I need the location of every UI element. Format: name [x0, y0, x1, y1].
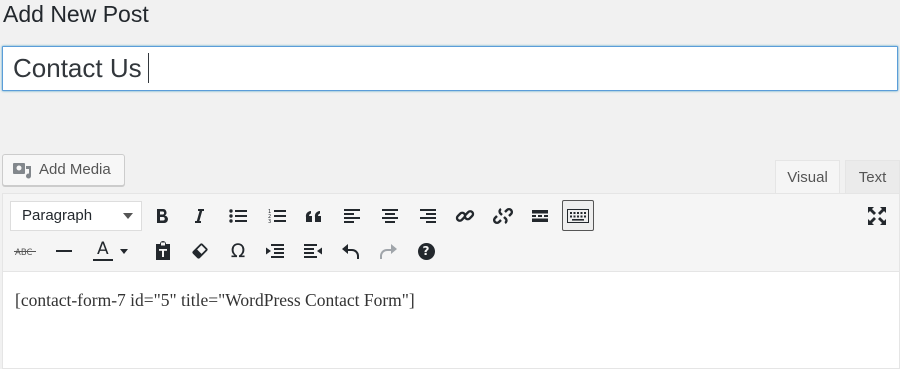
align-center-button[interactable] — [375, 201, 405, 231]
toolbar-toggle-icon — [567, 208, 589, 223]
format-select[interactable]: Paragraph — [10, 201, 142, 231]
read-more-button[interactable] — [525, 201, 555, 231]
bullet-list-button[interactable] — [223, 201, 253, 231]
omega-icon: Ω — [230, 240, 246, 262]
outdent-button[interactable] — [260, 236, 290, 266]
special-character-button[interactable]: Ω — [223, 236, 253, 266]
align-left-button[interactable] — [337, 201, 367, 231]
insert-link-button[interactable] — [450, 201, 480, 231]
clear-formatting-icon — [192, 243, 208, 259]
undo-button[interactable] — [336, 236, 366, 266]
blockquote-icon — [305, 210, 321, 222]
remove-link-button[interactable] — [488, 201, 518, 231]
editor: Paragraph 123 ABC A Ω ? [contact-form-7 … — [2, 193, 900, 369]
add-media-label: Add Media — [39, 161, 111, 178]
outdent-icon — [266, 244, 284, 258]
add-media-button[interactable]: Add Media — [2, 154, 125, 186]
text-color-button[interactable]: A — [87, 236, 133, 266]
text-color-label: A — [97, 239, 109, 259]
tab-visual[interactable]: Visual — [775, 160, 840, 194]
italic-icon — [195, 209, 204, 223]
numbered-list-icon: 123 — [268, 209, 286, 224]
bullet-list-icon — [229, 209, 247, 223]
fullscreen-button[interactable] — [862, 201, 892, 231]
numbered-list-button[interactable]: 123 — [262, 201, 292, 231]
bold-button[interactable] — [147, 201, 177, 231]
redo-icon — [380, 244, 397, 259]
text-color-icon: A — [92, 239, 114, 263]
strikethrough-icon: ABC — [14, 248, 36, 257]
text-color-swatch — [93, 259, 113, 261]
text-caret — [147, 53, 149, 84]
align-center-icon — [382, 209, 398, 223]
italic-button[interactable] — [184, 201, 214, 231]
media-icon — [13, 163, 32, 179]
format-select-value: Paragraph — [22, 207, 93, 224]
redo-button[interactable] — [373, 236, 403, 266]
paste-as-text-icon — [156, 241, 170, 260]
align-right-button[interactable] — [413, 201, 443, 231]
horizontal-line-icon — [56, 250, 72, 252]
fullscreen-icon — [868, 207, 886, 225]
help-button[interactable]: ? — [411, 236, 441, 266]
read-more-icon — [532, 210, 548, 222]
chevron-down-icon — [120, 248, 128, 254]
editor-content[interactable]: [contact-form-7 id="5" title="WordPress … — [15, 290, 415, 311]
undo-icon — [342, 244, 359, 259]
link-icon — [455, 210, 475, 222]
toolbar-toggle-button[interactable] — [562, 200, 594, 231]
chevron-down-icon — [123, 213, 133, 219]
strikethrough-button[interactable]: ABC — [10, 236, 40, 266]
help-icon: ? — [417, 242, 435, 260]
align-left-icon — [344, 209, 360, 223]
paste-as-text-button[interactable] — [148, 236, 178, 266]
tab-text[interactable]: Text — [845, 160, 900, 194]
editor-toolbar: Paragraph 123 ABC A Ω ? — [3, 194, 899, 272]
strikethrough-label: ABC — [15, 248, 32, 257]
page-title: Add New Post — [3, 1, 149, 27]
bold-icon — [157, 209, 168, 224]
indent-button[interactable] — [298, 236, 328, 266]
indent-icon — [304, 244, 322, 258]
post-title-input[interactable]: Contact Us — [2, 46, 898, 91]
svg-text:3: 3 — [268, 219, 271, 224]
clear-formatting-button[interactable] — [185, 236, 215, 266]
horizontal-line-button[interactable] — [49, 236, 79, 266]
unlink-icon — [493, 207, 513, 225]
post-title-value: Contact Us — [13, 53, 142, 83]
blockquote-button[interactable] — [299, 201, 329, 231]
align-right-icon — [420, 209, 436, 223]
